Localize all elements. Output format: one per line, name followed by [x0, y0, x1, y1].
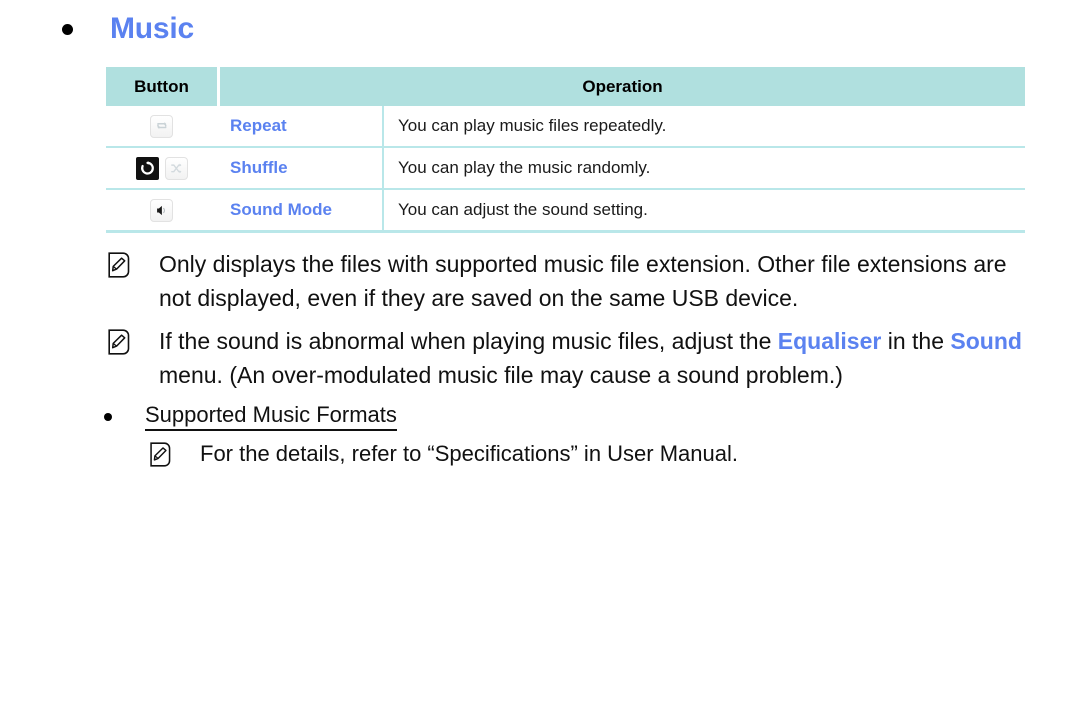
keyword-sound: Sound [950, 328, 1022, 354]
note-item: For the details, refer to “Specification… [148, 437, 1038, 472]
operation-text: You can adjust the sound setting. [398, 200, 648, 219]
operation-text: You can play music files repeatedly. [398, 116, 667, 135]
cell-button-icons [106, 189, 217, 233]
keyword-equaliser: Equaliser [777, 328, 882, 354]
button-label: Sound Mode [230, 200, 332, 219]
repeat-icon [150, 114, 173, 138]
button-operation-table: Button Operation Repeat You can play mus… [106, 67, 1026, 233]
page-title: Music [110, 12, 195, 45]
operation-text: You can play the music randomly. [398, 158, 651, 177]
sub-bullet-label: Supported Music Formats [145, 402, 397, 431]
table-header-row: Button Operation [106, 67, 1026, 106]
cell-button-label: Repeat [220, 106, 384, 148]
button-label: Repeat [230, 116, 287, 135]
filled-circle-bullet-icon [62, 23, 73, 35]
rotate-icon [135, 156, 159, 180]
note-text: For the details, refer to “Specification… [200, 441, 739, 466]
cell-operation: You can play music files repeatedly. [383, 106, 1026, 148]
note-item: If the sound is abnormal when playing mu… [106, 324, 1036, 392]
table-row: Repeat You can play music files repeated… [106, 106, 1026, 148]
sub-bullet-row: Supported Music Formats [104, 402, 397, 431]
cell-operation: You can adjust the sound setting. [383, 189, 1026, 233]
cell-button-label: Shuffle [220, 147, 384, 190]
note-segment: in the [881, 328, 951, 354]
cell-button-icons [106, 106, 217, 148]
manual-page: Music Button Operation Repeat You can pl… [0, 0, 1080, 705]
cell-operation: You can play the music randomly. [383, 147, 1026, 190]
note-pencil-icon [148, 442, 171, 472]
filled-circle-bullet-icon [104, 412, 112, 421]
cell-button-icons [106, 147, 217, 190]
speaker-icon [150, 198, 173, 222]
note-segment: menu. (An over-modulated music file may … [159, 362, 843, 388]
table-row: Sound Mode You can adjust the sound sett… [106, 189, 1026, 233]
note-pencil-icon [106, 252, 130, 283]
button-label: Shuffle [230, 158, 288, 177]
shuffle-icon [164, 156, 188, 180]
page-title-row: Music [62, 14, 194, 44]
note-text-rich: If the sound is abnormal when playing mu… [159, 324, 1036, 392]
note-segment: If the sound is abnormal when playing mu… [159, 328, 778, 354]
cell-button-label: Sound Mode [220, 189, 384, 233]
column-header-operation: Operation [220, 67, 1026, 106]
table-row: Shuffle You can play the music randomly. [106, 147, 1026, 190]
column-header-button: Button [106, 67, 217, 106]
note-item: Only displays the files with supported m… [106, 247, 1036, 315]
note-pencil-icon [106, 329, 130, 360]
note-text: Only displays the files with supported m… [159, 251, 1007, 311]
